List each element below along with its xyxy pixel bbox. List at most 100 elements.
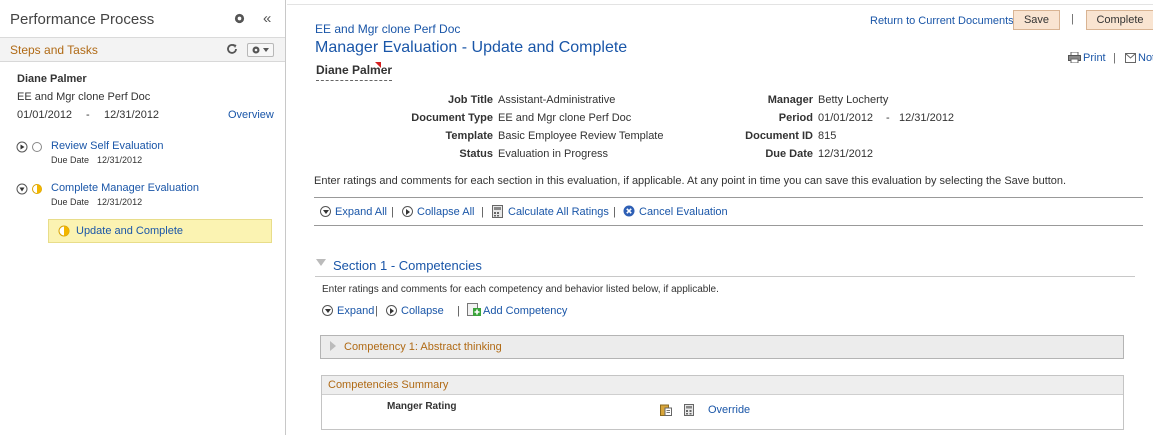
- expand-link[interactable]: Expand: [337, 305, 374, 317]
- period-end-value: 12/31/2012: [899, 112, 955, 124]
- collapse-panel-icon[interactable]: «: [263, 10, 271, 27]
- toolbar-separator: |: [457, 305, 460, 317]
- override-link[interactable]: Override: [708, 404, 750, 416]
- collapse-all-link[interactable]: Collapse All: [417, 206, 474, 218]
- button-separator: |: [1071, 13, 1074, 25]
- gear-icon[interactable]: [234, 13, 245, 24]
- evaluation-instructions: Enter ratings and comments for each sect…: [314, 175, 1067, 187]
- period-label: Period: [778, 112, 813, 124]
- due-label: Due Date: [51, 155, 90, 165]
- in-progress-status-icon: [58, 225, 70, 237]
- period-end: 12/31/2012: [104, 109, 160, 121]
- period-start-value: 01/01/2012: [818, 112, 874, 124]
- period-separator: -: [886, 112, 890, 124]
- notify-icon[interactable]: [1125, 53, 1136, 63]
- main-content: EE and Mgr clone Perf Doc Return to Curr…: [287, 0, 1153, 435]
- panel-title: Performance Process: [10, 11, 155, 28]
- notify-link[interactable]: Notify: [1138, 52, 1153, 64]
- job-title-value: Assistant-Administrative: [498, 94, 616, 106]
- in-progress-status-icon: [32, 184, 42, 194]
- manager-rating-label: Manger Rating: [387, 401, 457, 412]
- cancel-icon[interactable]: [623, 205, 635, 217]
- steps-and-tasks-bar: Steps and Tasks: [0, 38, 285, 62]
- template-value: Basic Employee Review Template: [498, 130, 664, 142]
- summary-title: Competencies Summary: [322, 376, 1123, 395]
- cancel-evaluation-link[interactable]: Cancel Evaluation: [639, 206, 728, 218]
- divider: [314, 197, 1143, 198]
- options-menu-icon: [252, 46, 269, 54]
- toolbar-separator: |: [375, 305, 378, 317]
- section-collapse-icon[interactable]: [316, 259, 326, 266]
- collapse-link[interactable]: Collapse: [401, 305, 444, 317]
- performance-process-panel: Performance Process « Steps and Tasks Di…: [0, 0, 286, 435]
- competency-row[interactable]: Competency 1: Abstract thinking: [320, 335, 1124, 359]
- return-to-current-documents-link[interactable]: Return to Current Documents: [870, 15, 1014, 27]
- overview-link[interactable]: Overview: [228, 109, 274, 121]
- add-competency-link[interactable]: Add Competency: [483, 305, 567, 317]
- template-label: Template: [445, 130, 493, 142]
- task-status-icons: [16, 183, 42, 195]
- task-due: Due Date 12/31/2012: [51, 197, 142, 207]
- employee-name: Diane Palmer: [17, 73, 87, 85]
- expand-icon[interactable]: [330, 341, 336, 351]
- divider: [314, 225, 1143, 226]
- manager-label: Manager: [767, 94, 813, 106]
- refresh-icon[interactable]: [226, 43, 238, 55]
- calculator-icon[interactable]: [492, 205, 503, 218]
- competencies-summary: Competencies Summary Manger Rating Overr…: [321, 375, 1124, 430]
- print-link[interactable]: Print: [1083, 52, 1106, 64]
- not-started-status-icon: [32, 142, 42, 152]
- document-type-label: Document Type: [411, 112, 493, 124]
- divider: [315, 276, 1135, 277]
- period-range: 01/01/2012 - 12/31/2012 Overview: [17, 109, 285, 123]
- period-separator: -: [86, 109, 90, 121]
- section-title[interactable]: Section 1 - Competencies: [333, 258, 482, 273]
- complete-button[interactable]: Complete: [1086, 10, 1153, 30]
- expand-all-link[interactable]: Expand All: [335, 206, 387, 218]
- panel-header: Performance Process «: [0, 0, 285, 38]
- toolbar-separator: |: [481, 206, 484, 218]
- task-label[interactable]: Complete Manager Evaluation: [51, 182, 199, 194]
- due-label: Due Date: [51, 197, 90, 207]
- expand-icon[interactable]: [16, 141, 28, 153]
- section-description: Enter ratings and comments for each comp…: [322, 284, 719, 295]
- expand-icon[interactable]: [322, 305, 333, 316]
- collapse-all-icon[interactable]: [402, 206, 413, 217]
- clipboard-icon[interactable]: [660, 404, 672, 416]
- due-date: 12/31/2012: [97, 155, 143, 165]
- competency-title[interactable]: Competency 1: Abstract thinking: [344, 341, 502, 353]
- options-menu-button[interactable]: [247, 43, 274, 57]
- calculate-all-ratings-link[interactable]: Calculate All Ratings: [508, 206, 609, 218]
- status-label: Status: [459, 148, 493, 160]
- active-step-update-and-complete[interactable]: Update and Complete: [48, 219, 272, 243]
- due-date: 12/31/2012: [97, 197, 143, 207]
- calculator-icon[interactable]: [684, 404, 694, 416]
- task-label[interactable]: Review Self Evaluation: [51, 140, 164, 152]
- manager-value: Betty Locherty: [818, 94, 889, 106]
- task-status-icons: [16, 141, 42, 153]
- document-name: EE and Mgr clone Perf Doc: [17, 91, 151, 103]
- page-title: Manager Evaluation - Update and Complete: [315, 39, 628, 56]
- document-name-header: EE and Mgr clone Perf Doc: [315, 22, 461, 36]
- active-step-label: Update and Complete: [76, 225, 184, 237]
- print-icon[interactable]: [1068, 52, 1081, 63]
- save-button[interactable]: Save: [1013, 10, 1060, 30]
- toolbar-separator: |: [1113, 52, 1116, 64]
- employee-summary: Diane Palmer EE and Mgr clone Perf Doc 0…: [0, 62, 285, 123]
- add-icon[interactable]: [467, 303, 481, 317]
- due-date-label: Due Date: [765, 148, 813, 160]
- document-type-value: EE and Mgr clone Perf Doc: [498, 112, 632, 124]
- collapse-icon[interactable]: [16, 183, 28, 195]
- document-id-label: Document ID: [745, 130, 813, 142]
- job-title-label: Job Title: [447, 94, 493, 106]
- due-date-value: 12/31/2012: [818, 148, 874, 160]
- expand-all-icon[interactable]: [320, 206, 331, 217]
- toolbar-separator: |: [613, 206, 616, 218]
- related-actions-flag-icon[interactable]: [375, 62, 381, 68]
- collapse-icon[interactable]: [386, 305, 397, 316]
- steps-title: Steps and Tasks: [10, 43, 98, 57]
- document-id-value: 815: [818, 130, 837, 142]
- task-due: Due Date 12/31/2012: [51, 155, 142, 165]
- status-value: Evaluation in Progress: [498, 148, 609, 160]
- divider: [287, 4, 1153, 5]
